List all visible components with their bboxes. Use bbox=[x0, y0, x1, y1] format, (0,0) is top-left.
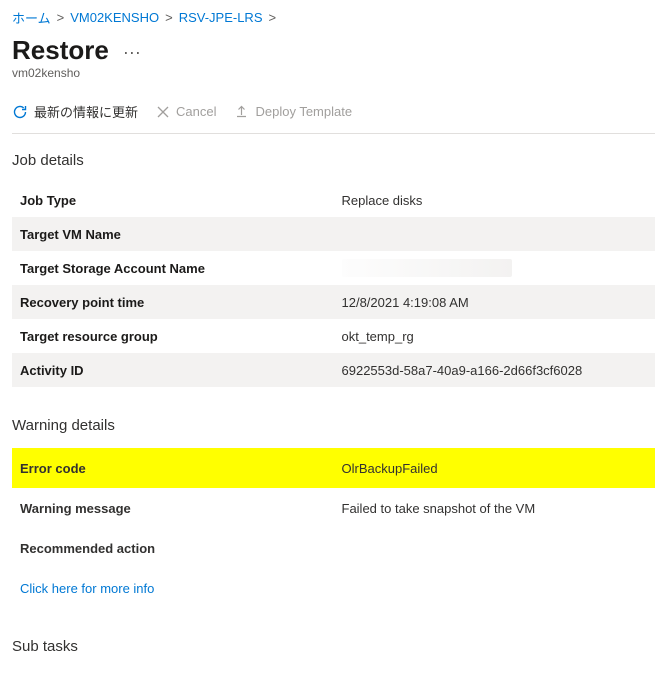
page-title: Restore bbox=[12, 35, 109, 66]
refresh-label: 最新の情報に更新 bbox=[34, 102, 138, 121]
job-details-heading: Job details bbox=[12, 152, 655, 169]
more-info-link[interactable]: Click here for more info bbox=[20, 581, 154, 596]
row-key: Target VM Name bbox=[12, 217, 334, 251]
more-actions-button[interactable]: ··· bbox=[119, 42, 145, 63]
close-icon bbox=[156, 105, 170, 119]
table-row: Error code OlrBackupFailed bbox=[12, 448, 655, 488]
page-subtitle: vm02kensho bbox=[12, 66, 655, 80]
row-value: 12/8/2021 4:19:08 AM bbox=[334, 285, 656, 319]
breadcrumb-item-2[interactable]: RSV-JPE-LRS bbox=[179, 10, 263, 25]
row-key: Warning message bbox=[12, 488, 334, 528]
table-row: Recommended action bbox=[12, 528, 655, 568]
table-row: Job Type Replace disks bbox=[12, 183, 655, 217]
upload-icon bbox=[234, 104, 249, 119]
row-key: Job Type bbox=[12, 183, 334, 217]
deploy-template-button: Deploy Template bbox=[234, 104, 352, 119]
breadcrumb: ホーム > VM02KENSHO > RSV-JPE-LRS > bbox=[12, 8, 655, 27]
row-value: okt_temp_rg bbox=[334, 319, 656, 353]
row-key: Target resource group bbox=[12, 319, 334, 353]
table-row: Recovery point time 12/8/2021 4:19:08 AM bbox=[12, 285, 655, 319]
row-key: Recommended action bbox=[12, 528, 334, 568]
warning-details-heading: Warning details bbox=[12, 417, 655, 434]
breadcrumb-item-1[interactable]: VM02KENSHO bbox=[70, 10, 159, 25]
toolbar: 最新の情報に更新 Cancel Deploy Template bbox=[12, 96, 655, 134]
row-key: Activity ID bbox=[12, 353, 334, 387]
cancel-label: Cancel bbox=[176, 104, 216, 119]
row-key: Error code bbox=[12, 448, 334, 488]
redacted-value bbox=[342, 259, 512, 277]
table-row: Activity ID 6922553d-58a7-40a9-a166-2d66… bbox=[12, 353, 655, 387]
sub-tasks-heading: Sub tasks bbox=[12, 638, 655, 655]
row-value: OlrBackupFailed bbox=[334, 448, 656, 488]
table-row: Warning message Failed to take snapshot … bbox=[12, 488, 655, 528]
chevron-right-icon: > bbox=[269, 10, 277, 25]
chevron-right-icon: > bbox=[165, 10, 173, 25]
row-value bbox=[334, 217, 656, 251]
job-details-table: Job Type Replace disks Target VM Name Ta… bbox=[12, 183, 655, 387]
row-value: Replace disks bbox=[334, 183, 656, 217]
table-row: Target resource group okt_temp_rg bbox=[12, 319, 655, 353]
row-key: Recovery point time bbox=[12, 285, 334, 319]
warning-details-table: Error code OlrBackupFailed Warning messa… bbox=[12, 448, 655, 608]
row-value bbox=[334, 528, 656, 568]
refresh-icon bbox=[12, 104, 28, 120]
cancel-button: Cancel bbox=[156, 104, 216, 119]
refresh-button[interactable]: 最新の情報に更新 bbox=[12, 102, 138, 121]
row-value: Failed to take snapshot of the VM bbox=[334, 488, 656, 528]
table-row: Target Storage Account Name bbox=[12, 251, 655, 285]
row-value: 6922553d-58a7-40a9-a166-2d66f3cf6028 bbox=[334, 353, 656, 387]
row-value bbox=[334, 251, 656, 285]
table-row: Click here for more info bbox=[12, 568, 655, 608]
table-row: Target VM Name bbox=[12, 217, 655, 251]
chevron-right-icon: > bbox=[57, 10, 65, 25]
row-key: Target Storage Account Name bbox=[12, 251, 334, 285]
deploy-label: Deploy Template bbox=[255, 104, 352, 119]
breadcrumb-home[interactable]: ホーム bbox=[12, 8, 51, 27]
